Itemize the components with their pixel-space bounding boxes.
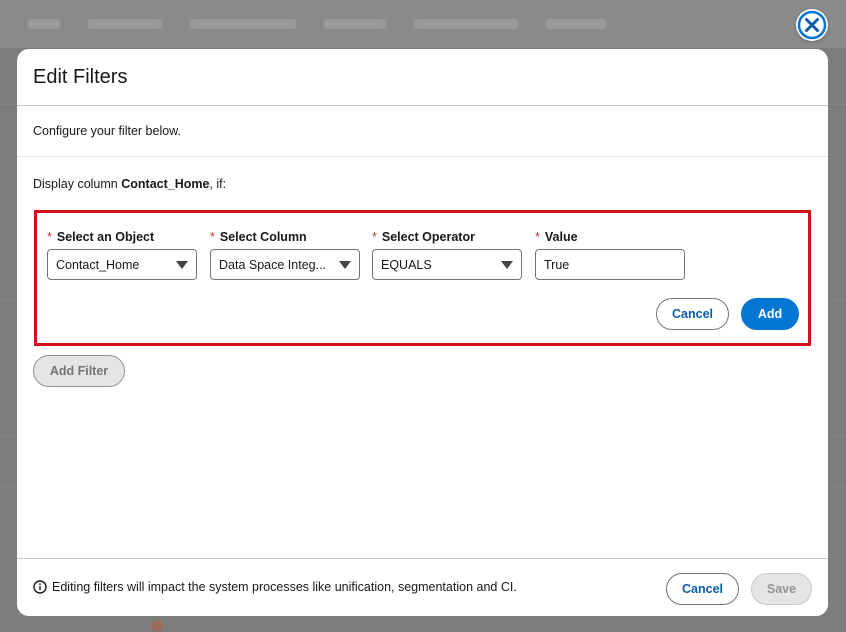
object-select[interactable]: Contact_Home: [47, 249, 197, 280]
object-field-label: * Select an Object: [47, 230, 199, 244]
object-select-value: Contact_Home: [56, 257, 140, 272]
required-mark: *: [535, 230, 540, 244]
modal-subtitle: Configure your filter below.: [33, 124, 181, 138]
modal-title: Edit Filters: [33, 65, 128, 88]
operator-label-text: Select Operator: [381, 230, 475, 244]
column-label-text: Select Column: [219, 230, 307, 244]
filter-editor-box: * Select an Object Contact_Home * Select C…: [34, 210, 811, 346]
column-select-value: Data Space Integ...: [219, 257, 327, 272]
edit-filters-modal: Edit Filters Configure your filter below…: [17, 49, 828, 616]
modal-header: Edit Filters: [17, 49, 828, 106]
value-input[interactable]: [535, 249, 685, 280]
close-modal-button[interactable]: [796, 9, 828, 41]
operator-select-value: EQUALS: [381, 257, 432, 272]
bg-nav-chip: [324, 19, 386, 29]
bg-nav-chip: [546, 19, 606, 29]
operator-select[interactable]: EQUALS: [372, 249, 522, 280]
display-column-name: Contact_Home: [121, 177, 210, 191]
value-label-text: Value: [544, 230, 578, 244]
value-field-label: * Value: [535, 230, 687, 244]
footer-note-text: Editing filters will impact the system p…: [52, 580, 517, 594]
filter-add-button[interactable]: Add: [741, 298, 799, 330]
modal-footer: Editing filters will impact the system p…: [17, 558, 828, 616]
operator-field-label: * Select Operator: [372, 230, 524, 244]
value-field: * Value: [535, 230, 687, 280]
footer-note: Editing filters will impact the system p…: [33, 580, 517, 594]
bg-nav-chip: [414, 19, 518, 29]
display-condition-text: Display column Contact_Home, if:: [33, 177, 226, 191]
add-filter-button[interactable]: Add Filter: [33, 355, 125, 387]
caret-down-icon: [176, 261, 188, 269]
column-field-label: * Select Column: [210, 230, 362, 244]
bg-nav-chip: [190, 19, 296, 29]
modal-body: Display column Contact_Home, if: * Select…: [17, 157, 828, 557]
info-icon: [33, 580, 47, 594]
required-mark: *: [210, 230, 215, 244]
caret-down-icon: [339, 261, 351, 269]
display-prefix: Display column: [33, 177, 122, 191]
close-icon: [797, 10, 827, 40]
bg-avatar: [151, 620, 163, 632]
column-field: * Select Column Data Space Integ...: [210, 230, 362, 280]
column-select[interactable]: Data Space Integ...: [210, 249, 360, 280]
footer-save-button[interactable]: Save: [751, 573, 812, 605]
required-mark: *: [47, 230, 52, 244]
bg-nav-chip: [88, 19, 162, 29]
caret-down-icon: [501, 261, 513, 269]
display-suffix: , if:: [209, 177, 227, 191]
required-mark: *: [372, 230, 377, 244]
object-label-text: Select an Object: [56, 230, 155, 244]
object-field: * Select an Object Contact_Home: [47, 230, 199, 280]
background-nav: [0, 0, 846, 48]
bg-nav-chip: [28, 19, 60, 29]
filter-cancel-button[interactable]: Cancel: [656, 298, 729, 330]
footer-cancel-button[interactable]: Cancel: [666, 573, 739, 605]
modal-subtitle-bar: Configure your filter below.: [17, 106, 828, 157]
operator-field: * Select Operator EQUALS: [372, 230, 524, 280]
